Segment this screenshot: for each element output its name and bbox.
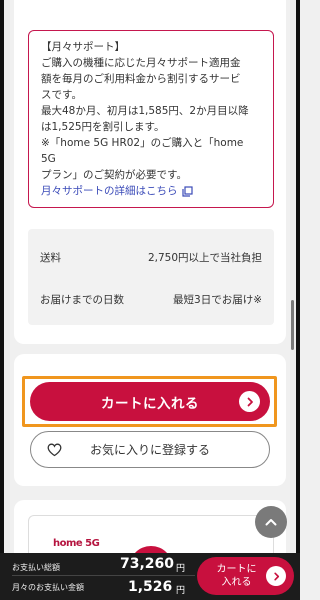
shipping-info: 送料 2,750円以上で当社負担 お届けまでの日数 最短3日でお届け※ — [28, 229, 274, 325]
payment-summary-bar: お支払い総額 73,260 円 月々のお支払い金額 1,526 円 カートに 入… — [0, 553, 300, 600]
total-payment-value: 73,260 — [120, 556, 175, 572]
window-edge-left — [0, 0, 4, 600]
delivery-days-row: お届けまでの日数 最短3日でお届け※ — [40, 289, 262, 309]
sticky-add-to-cart-button[interactable]: カートに 入れる — [197, 557, 294, 595]
monthly-payment-label: 月々のお支払い金額 — [12, 583, 84, 592]
chevron-right-icon — [266, 566, 286, 586]
total-payment-unit: 円 — [176, 564, 186, 574]
add-to-favorites-button[interactable]: お気に入りに登録する — [30, 431, 270, 468]
add-to-cart-label: カートに入れる — [101, 395, 199, 412]
support-link-label: 月々サポートの詳細はこちら — [41, 185, 178, 197]
add-to-cart-button[interactable]: カートに入れる — [30, 382, 270, 421]
scroll-to-top-button[interactable] — [255, 506, 287, 538]
support-detail-link[interactable]: 月々サポートの詳細はこちら — [41, 183, 193, 199]
support-body: ご購入の機種に応じた月々サポート適用金 額を毎月のご利用料金から割引するサービ … — [41, 57, 249, 181]
shipping-fee-label: 送料 — [40, 251, 61, 264]
monthly-payment-value: 1,526 — [128, 579, 173, 595]
heart-icon — [47, 443, 62, 460]
shipping-fee-row: 送料 2,750円以上で当社負担 — [40, 247, 262, 267]
total-payment-label: お支払い総額 — [12, 563, 60, 572]
product-logo: home 5G — [53, 538, 100, 549]
window-edge-right — [296, 0, 300, 600]
add-to-favorites-label: お気に入りに登録する — [89, 443, 210, 457]
summary-divider — [12, 575, 195, 576]
chevron-right-icon — [239, 391, 260, 412]
monthly-support-notice: 【月々サポート】 ご購入の機種に応じた月々サポート適用金 額を毎月のご利用料金か… — [28, 30, 274, 208]
external-link-icon — [181, 185, 193, 197]
delivery-days-value: 最短3日でお届け※ — [173, 293, 262, 306]
shipping-fee-value: 2,750円以上で当社負担 — [147, 251, 262, 264]
chevron-up-icon — [265, 519, 277, 526]
support-title: 【月々サポート】 — [41, 41, 125, 53]
delivery-days-label: お届けまでの日数 — [40, 293, 124, 306]
monthly-payment-unit: 円 — [176, 586, 186, 596]
scrollbar-thumb[interactable] — [291, 300, 294, 350]
sticky-cart-label: カートに 入れる — [216, 564, 257, 588]
